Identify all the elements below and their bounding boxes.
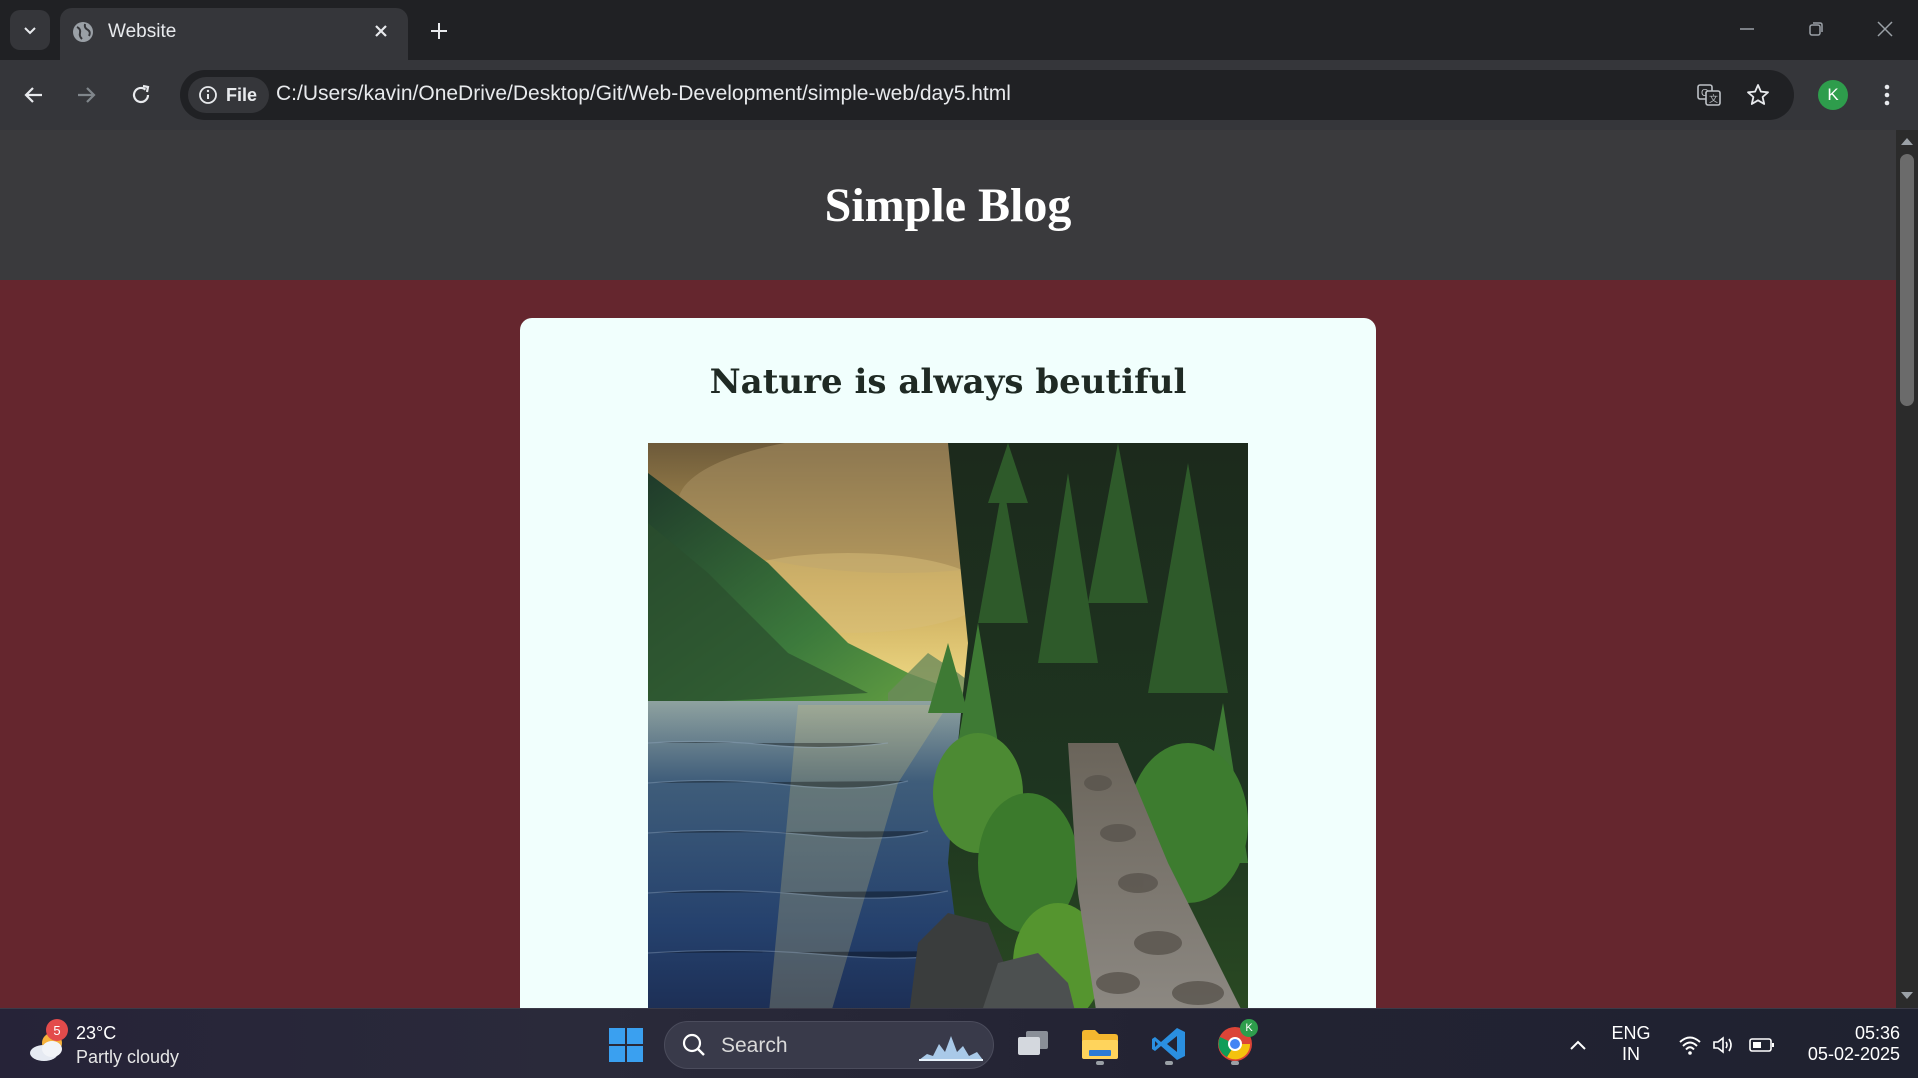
translate-icon: G文	[1697, 84, 1721, 106]
wifi-status[interactable]	[1676, 1031, 1704, 1059]
show-hidden-icons-button[interactable]	[1564, 1031, 1592, 1059]
weather-temperature: 23°C	[76, 1023, 117, 1043]
scroll-up-arrow[interactable]	[1901, 138, 1913, 145]
bookmark-star-button[interactable]	[1743, 80, 1773, 110]
reload-button[interactable]	[123, 77, 159, 113]
site-chip-label: File	[226, 84, 258, 105]
landscape-image	[648, 443, 1248, 1008]
windows-logo-icon	[609, 1028, 643, 1062]
chevron-down-icon	[24, 27, 36, 35]
page-viewport: Simple Blog Nature is always beutiful	[0, 130, 1896, 1008]
blog-header: Simple Blog	[0, 130, 1896, 280]
address-bar[interactable]: File C:/Users/kavin/OneDrive/Desktop/Git…	[180, 70, 1794, 120]
forward-button[interactable]	[68, 77, 104, 113]
url-text[interactable]: C:/Users/kavin/OneDrive/Desktop/Git/Web-…	[276, 82, 1011, 106]
taskbar-task-view[interactable]	[1010, 1021, 1056, 1067]
browser-tab-strip: Website	[0, 0, 1918, 60]
star-icon	[1747, 84, 1769, 105]
scroll-down-arrow[interactable]	[1901, 992, 1913, 999]
app-running-indicator	[1165, 1061, 1173, 1065]
taskbar-chrome[interactable]: K	[1212, 1019, 1258, 1067]
restore-button[interactable]	[1801, 14, 1831, 44]
language-indicator[interactable]: ENG IN	[1606, 1023, 1656, 1065]
folder-icon	[1082, 1030, 1118, 1059]
weather-description: Partly cloudy	[76, 1047, 180, 1067]
blog-title: Simple Blog	[824, 178, 1072, 232]
globe-icon	[73, 22, 93, 42]
profile-avatar[interactable]: K	[1818, 80, 1848, 110]
browser-tab-active[interactable]: Website	[60, 8, 408, 60]
restore-icon	[1809, 22, 1823, 36]
taskbar-vscode[interactable]	[1146, 1021, 1192, 1067]
svg-text:文: 文	[1709, 93, 1718, 105]
language-region: IN	[1622, 1044, 1640, 1064]
weather-widget[interactable]: 5 23°C Partly cloudy	[26, 1019, 206, 1071]
volume-status[interactable]	[1710, 1031, 1738, 1059]
battery-icon	[1749, 1038, 1774, 1052]
tab-search-button[interactable]	[10, 10, 50, 50]
task-view-icon	[1018, 1031, 1048, 1055]
post-title: Nature is always beutiful	[709, 362, 1187, 402]
battery-status[interactable]	[1748, 1031, 1776, 1059]
post-image-nature-lake	[648, 443, 1248, 1008]
minimize-button[interactable]	[1732, 14, 1762, 44]
page-scrollbar[interactable]	[1896, 130, 1918, 1008]
taskbar-file-explorer[interactable]	[1077, 1021, 1123, 1067]
search-icon	[682, 1033, 705, 1056]
taskbar-search-box[interactable]: Search	[664, 1021, 994, 1069]
blog-post-card: Nature is always beutiful	[520, 318, 1376, 1008]
tab-title: Website	[108, 21, 177, 42]
wifi-icon	[1679, 1036, 1701, 1055]
arrow-right-icon	[78, 87, 96, 103]
translate-button[interactable]: G文	[1694, 80, 1724, 110]
close-window-button[interactable]	[1870, 14, 1900, 44]
browser-menu-button[interactable]	[1872, 78, 1902, 112]
language-code: ENG	[1611, 1023, 1651, 1043]
minimize-icon	[1740, 28, 1754, 30]
start-button[interactable]	[608, 1027, 644, 1063]
chevron-up-icon	[1570, 1040, 1586, 1050]
chrome-profile-badge: K	[1240, 1019, 1258, 1037]
info-icon	[199, 86, 217, 104]
vscode-icon	[1152, 1028, 1185, 1060]
new-tab-button[interactable]	[424, 16, 454, 46]
windows-taskbar: 5 23°C Partly cloudy Search K ENG IN 05:…	[0, 1008, 1918, 1078]
search-highlight-icon	[919, 1036, 983, 1061]
clock-date: 05-02-2025	[1807, 1044, 1900, 1064]
clock[interactable]: 05:36 05-02-2025	[1790, 1023, 1900, 1065]
reload-icon	[132, 84, 150, 104]
arrow-left-icon	[24, 87, 42, 103]
browser-toolbar: File C:/Users/kavin/OneDrive/Desktop/Git…	[0, 60, 1918, 130]
search-label: Search	[721, 1034, 788, 1057]
app-running-indicator	[1231, 1061, 1239, 1065]
back-button[interactable]	[16, 77, 52, 113]
clock-time: 05:36	[1854, 1023, 1900, 1043]
weather-notification-badge: 5	[46, 1019, 68, 1041]
plus-icon	[431, 23, 447, 39]
close-icon	[1877, 21, 1893, 37]
more-vert-icon	[1884, 84, 1890, 106]
volume-icon	[1713, 1036, 1732, 1054]
close-icon[interactable]	[370, 20, 392, 42]
scrollbar-thumb[interactable]	[1900, 154, 1914, 406]
site-info-chip[interactable]: File	[188, 77, 270, 113]
app-running-indicator	[1096, 1061, 1104, 1065]
